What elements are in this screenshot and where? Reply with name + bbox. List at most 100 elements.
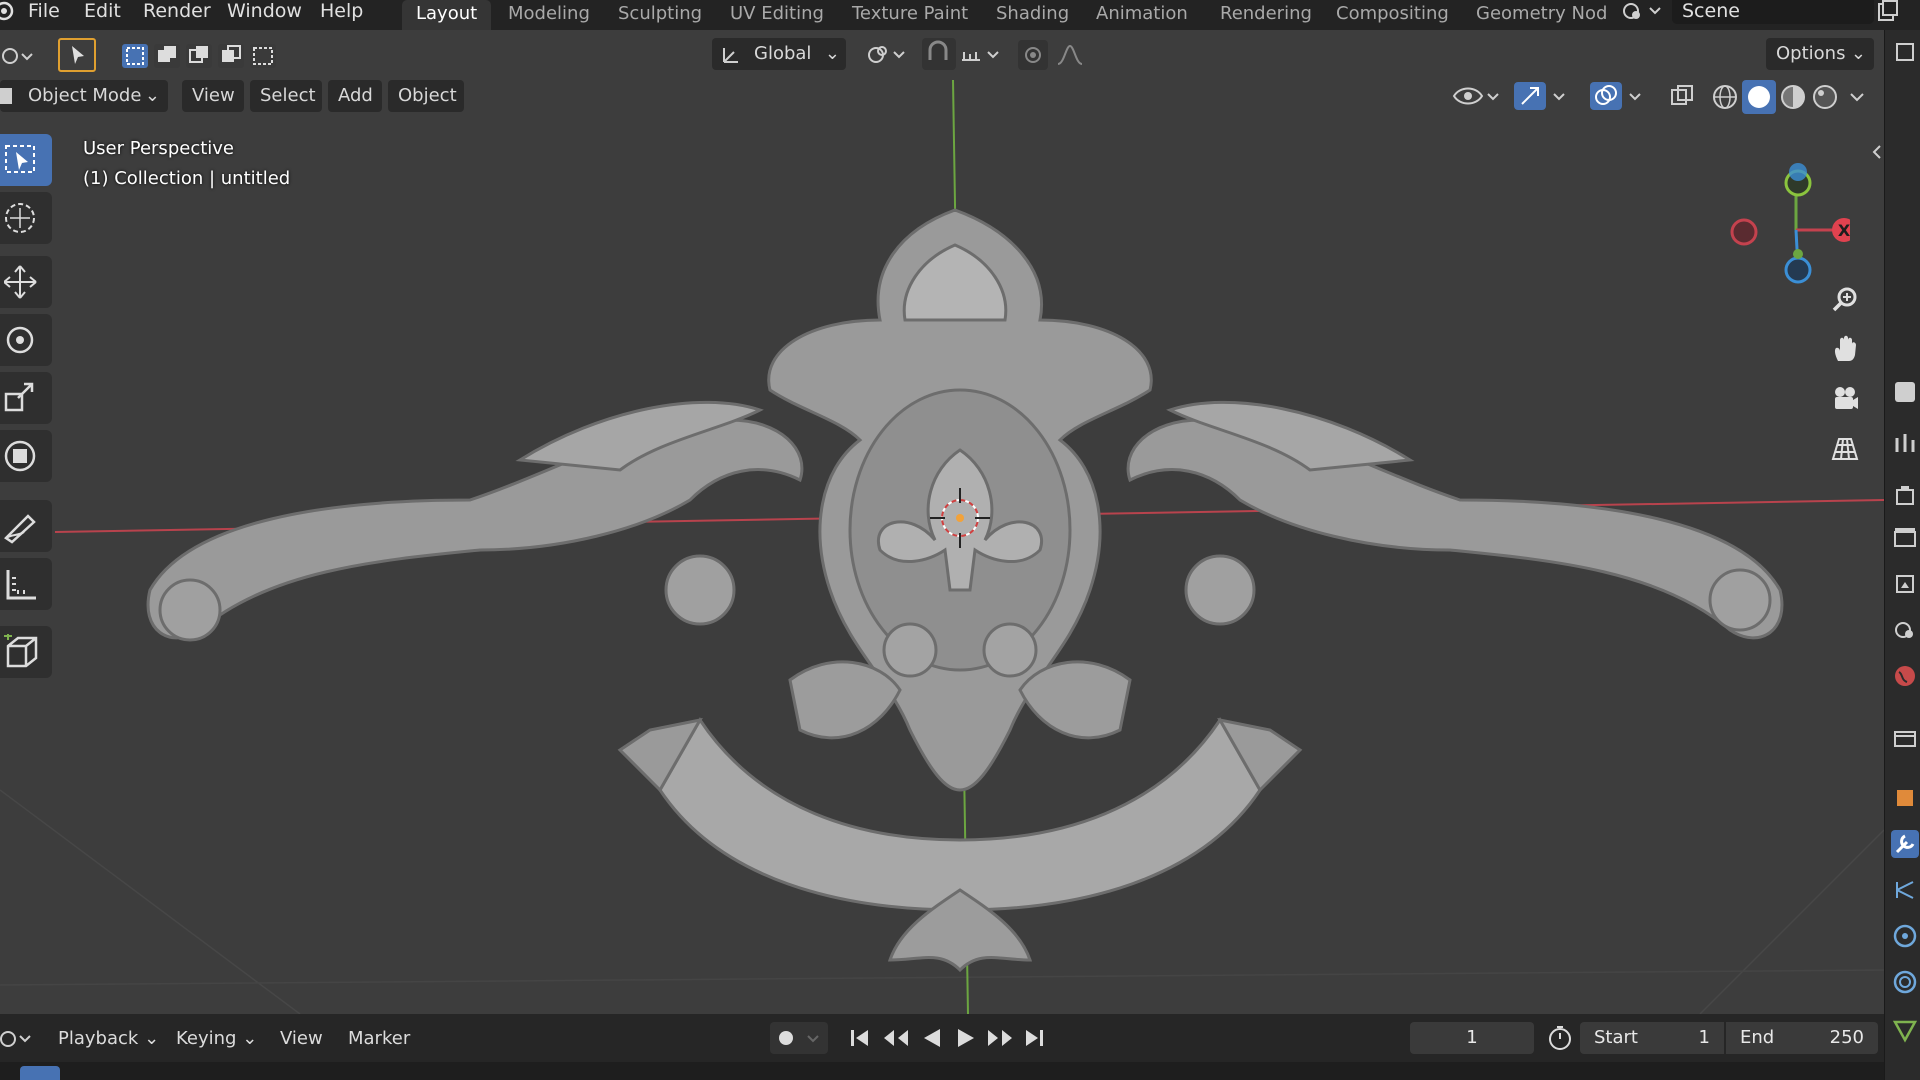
editor-type-icon[interactable]: [0, 42, 36, 74]
tab-modeling[interactable]: Modeling: [494, 0, 604, 30]
properties-tab-strip: [1884, 30, 1920, 1080]
collection-properties-icon[interactable]: [1891, 724, 1919, 752]
jump-to-keyframe-forward-icon[interactable]: [984, 1024, 1016, 1052]
menu-help[interactable]: Help: [320, 0, 363, 26]
keying-menu[interactable]: Keying ⌄: [176, 1026, 257, 1052]
tool-rotate[interactable]: [0, 314, 52, 366]
camera-view-icon[interactable]: [1824, 378, 1866, 420]
gizmo-toggle-icon[interactable]: [1512, 80, 1574, 112]
play-icon[interactable]: [952, 1024, 980, 1052]
object-menu[interactable]: Object: [388, 80, 464, 112]
tab-animation[interactable]: Animation: [1082, 0, 1202, 30]
timeline-editor-type-icon[interactable]: [0, 1026, 36, 1052]
navigation-gizmo[interactable]: X: [1710, 142, 1850, 292]
scene-name-field[interactable]: Scene: [1672, 0, 1874, 24]
end-frame-field[interactable]: End 250: [1726, 1022, 1878, 1054]
shading-wireframe-icon[interactable]: [1710, 82, 1740, 112]
new-scene-icon[interactable]: [1874, 0, 1900, 24]
playhead-marker[interactable]: [20, 1066, 60, 1080]
active-tool-icon[interactable]: [1891, 430, 1919, 458]
physics-properties-icon[interactable]: [1891, 922, 1919, 950]
render-properties-icon[interactable]: [1891, 482, 1919, 510]
tool-measure[interactable]: [0, 558, 52, 610]
ornament-model[interactable]: [146, 208, 1784, 973]
data-properties-icon[interactable]: [1891, 1016, 1919, 1044]
object-properties-icon[interactable]: [1891, 784, 1919, 812]
perspective-grid-icon[interactable]: [1824, 428, 1866, 470]
tool-annotate[interactable]: [0, 500, 52, 552]
menu-render[interactable]: Render: [143, 0, 211, 26]
jump-to-end-icon[interactable]: [1020, 1024, 1048, 1052]
scene-properties-icon[interactable]: [1891, 616, 1919, 644]
current-frame-field[interactable]: 1: [1410, 1022, 1534, 1054]
marker-menu[interactable]: Marker: [348, 1026, 410, 1052]
properties-header-icon[interactable]: [1891, 38, 1919, 66]
marker-menu-label: Marker: [348, 1028, 411, 1049]
blender-logo-icon[interactable]: [0, 0, 16, 22]
tool-add-cube[interactable]: [0, 626, 52, 678]
zoom-magnifier-icon[interactable]: [1824, 278, 1866, 320]
tab-texture-paint[interactable]: Texture Paint: [838, 0, 982, 30]
tool-move[interactable]: [0, 256, 52, 308]
shading-solid-icon[interactable]: [1742, 80, 1776, 114]
selection-mode-icons[interactable]: [120, 42, 280, 70]
view-menu[interactable]: View: [182, 80, 244, 112]
overlays-toggle-icon[interactable]: [1588, 80, 1650, 112]
shading-material-icon[interactable]: [1778, 82, 1808, 112]
tool-cursor[interactable]: [0, 192, 52, 244]
tab-compositing[interactable]: Compositing: [1322, 0, 1463, 30]
tab-geometry-nodes[interactable]: Geometry Nod: [1462, 0, 1621, 30]
proportional-editing-icon[interactable]: [1018, 40, 1048, 70]
jump-to-keyframe-back-icon[interactable]: [880, 1024, 912, 1052]
tab-layout[interactable]: Layout: [402, 0, 492, 30]
world-properties-icon[interactable]: [1891, 662, 1919, 690]
play-reverse-icon[interactable]: [918, 1024, 946, 1052]
view-layer-properties-icon[interactable]: [1891, 570, 1919, 598]
tool-properties-icon[interactable]: [1891, 378, 1919, 406]
snap-target-icon[interactable]: [958, 40, 1006, 70]
scene-selector-icon[interactable]: [1620, 0, 1664, 24]
auto-keying-record-icon[interactable]: [770, 1022, 828, 1054]
menu-window[interactable]: Window: [227, 0, 302, 26]
menu-file[interactable]: File: [28, 0, 60, 26]
gizmo-x-label: X: [1838, 221, 1850, 240]
modifier-properties-icon[interactable]: [1891, 830, 1919, 858]
tab-uv-editing[interactable]: UV Editing: [716, 0, 838, 30]
shading-options-chevron-icon[interactable]: [1846, 82, 1868, 112]
object-mode-dropdown[interactable]: Object Mode ⌄: [0, 80, 168, 112]
pan-hand-icon[interactable]: [1824, 328, 1866, 370]
3d-viewport[interactable]: Global ⌄ Options ⌄ Object Mode ⌄ View Se…: [0, 30, 1884, 1014]
transform-orientation-dropdown[interactable]: Global ⌄: [712, 38, 846, 70]
gizmo-z-axis-icon[interactable]: [1784, 256, 1812, 284]
output-properties-icon[interactable]: [1891, 524, 1919, 552]
select-menu[interactable]: Select: [250, 80, 322, 112]
stopwatch-icon[interactable]: [1546, 1024, 1574, 1052]
menu-edit[interactable]: Edit: [84, 0, 121, 26]
collapse-sidebar-chevron-icon[interactable]: [1870, 142, 1884, 162]
particles-properties-icon[interactable]: [1891, 876, 1919, 904]
select-tool-header-icon[interactable]: [58, 38, 96, 72]
snap-toggle-icon[interactable]: [922, 38, 956, 70]
options-dropdown[interactable]: Options ⌄: [1766, 38, 1874, 70]
pivot-point-icon[interactable]: [862, 40, 910, 70]
playback-menu-label: Playback: [58, 1028, 139, 1049]
keying-menu-label: Keying: [176, 1028, 237, 1049]
tool-select-box[interactable]: [0, 134, 52, 186]
falloff-curve-icon[interactable]: [1054, 40, 1098, 70]
visibility-eye-icon[interactable]: [1450, 80, 1502, 112]
gizmo-neg-x-icon[interactable]: [1730, 218, 1758, 246]
tool-transform[interactable]: [0, 430, 52, 482]
shading-rendered-icon[interactable]: [1810, 82, 1840, 112]
tab-sculpting[interactable]: Sculpting: [604, 0, 716, 30]
tool-scale[interactable]: [0, 372, 52, 424]
tab-shading[interactable]: Shading: [982, 0, 1083, 30]
tab-rendering[interactable]: Rendering: [1206, 0, 1326, 30]
jump-to-start-icon[interactable]: [846, 1024, 874, 1052]
timeline-ruler[interactable]: [0, 1062, 1884, 1080]
timeline-view-menu[interactable]: View: [280, 1026, 323, 1052]
playback-menu[interactable]: Playback ⌄: [58, 1026, 159, 1052]
constraints-properties-icon[interactable]: [1891, 968, 1919, 996]
add-menu[interactable]: Add: [328, 80, 382, 112]
xray-toggle-icon[interactable]: [1666, 80, 1698, 112]
start-frame-field[interactable]: Start 1: [1580, 1022, 1724, 1054]
